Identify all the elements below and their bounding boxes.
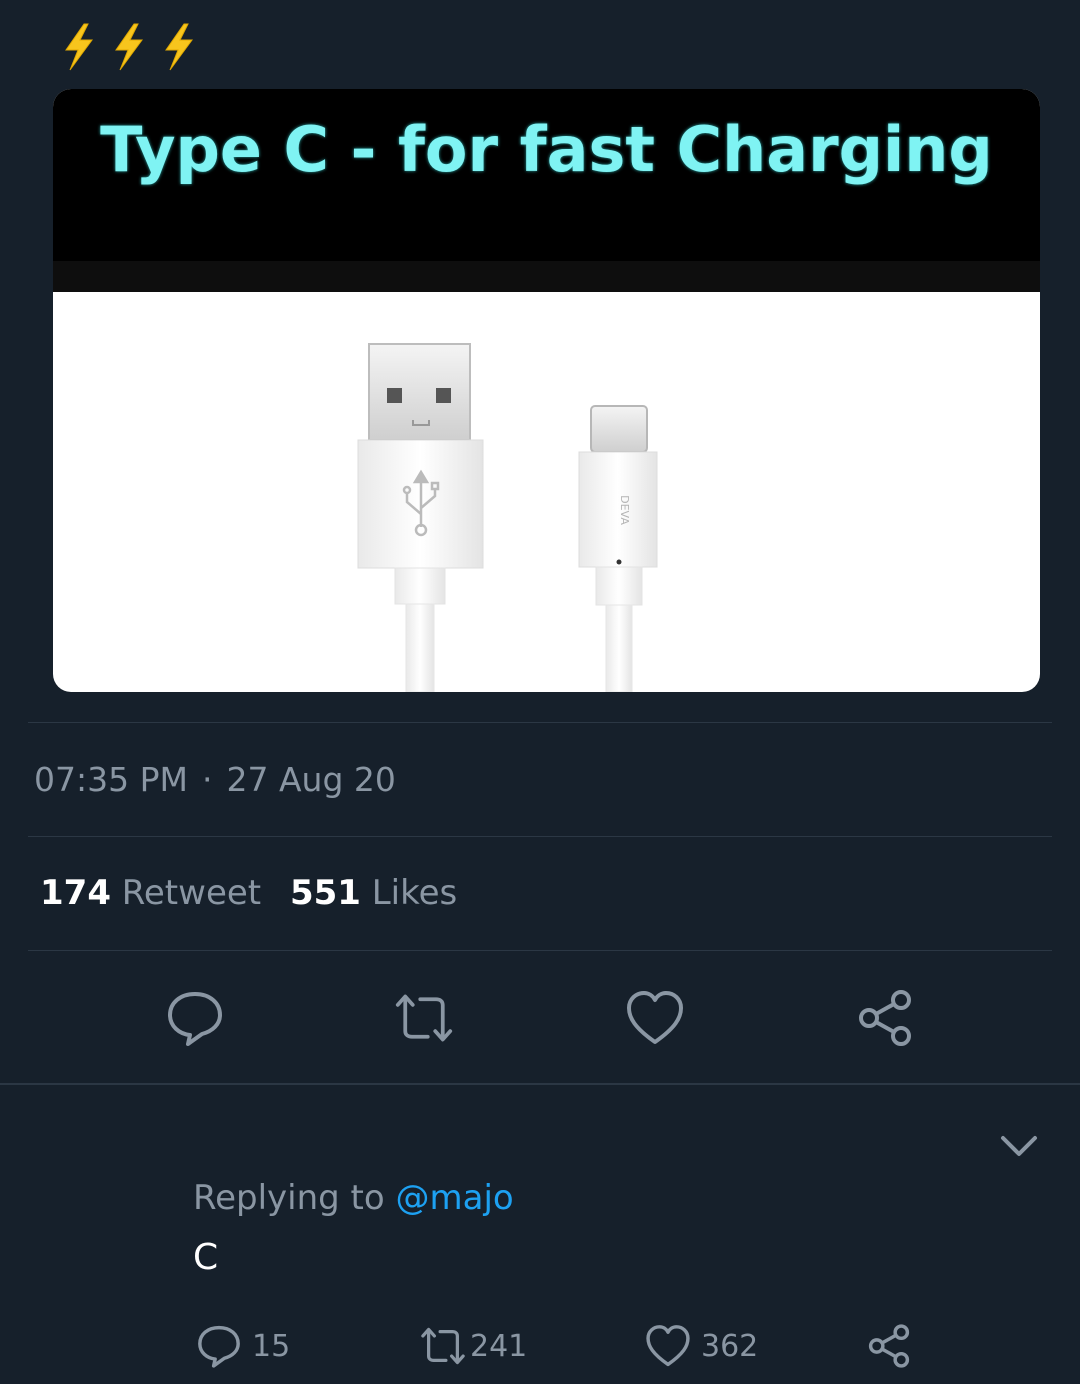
tweet-emoji-row <box>58 22 198 72</box>
tweet-timestamp: 07:35 PM · 27 Aug 20 <box>34 760 396 799</box>
reply-count: 15 <box>252 1328 291 1364</box>
reply-like-button[interactable]: 362 <box>645 1322 758 1370</box>
tweet-stats: 174 Retweet 551 Likes <box>40 873 457 913</box>
divider <box>28 836 1052 837</box>
like-label[interactable]: Likes <box>372 873 458 913</box>
reply-share-button[interactable] <box>866 1322 912 1370</box>
retweet-label[interactable]: Retweet <box>122 873 261 913</box>
like-count[interactable]: 551 <box>290 873 361 913</box>
high-voltage-icon <box>165 23 193 71</box>
tweet-date: 27 Aug 20 <box>226 760 396 799</box>
retweet-icon <box>421 1327 465 1365</box>
media-title-banner: Type C - for fast Charging <box>53 89 1040 261</box>
high-voltage-icon <box>115 23 143 71</box>
retweet-count[interactable]: 174 <box>40 873 111 913</box>
reply-text: C <box>193 1237 219 1278</box>
like-count: 362 <box>701 1328 759 1364</box>
tweet-time: 07:35 PM <box>34 760 188 799</box>
like-icon <box>646 1325 690 1367</box>
retweet-icon[interactable] <box>394 988 454 1048</box>
usb-a-connector <box>357 343 484 692</box>
reply-retweet-button[interactable]: 241 <box>420 1322 527 1370</box>
reply-reply-button[interactable]: 15 <box>196 1322 290 1370</box>
chevron-down-icon[interactable] <box>1000 1130 1038 1160</box>
share-icon[interactable] <box>855 988 915 1048</box>
high-voltage-icon <box>65 23 93 71</box>
usb-cables-illustration: DEVA <box>357 343 658 692</box>
usb-c-connector: DEVA <box>578 405 658 692</box>
section-divider <box>0 1083 1080 1085</box>
media-divider-strip <box>53 261 1040 292</box>
reply-icon[interactable] <box>165 988 225 1048</box>
replying-handle-link[interactable]: @majo <box>396 1178 514 1218</box>
reply-icon <box>198 1325 240 1368</box>
like-icon[interactable] <box>625 988 685 1048</box>
tweet-media-image[interactable]: Type C - for fast Charging DEVA <box>53 89 1040 692</box>
divider <box>28 722 1052 723</box>
replying-prefix: Replying to <box>193 1178 385 1218</box>
timestamp-separator: · <box>201 760 213 799</box>
share-icon <box>868 1324 910 1368</box>
media-title: Type C - for fast Charging <box>100 113 993 186</box>
cable-brand-label: DEVA <box>618 495 631 525</box>
replying-to: Replying to @majo <box>193 1178 514 1218</box>
retweet-count: 241 <box>470 1328 528 1364</box>
divider <box>28 950 1052 951</box>
